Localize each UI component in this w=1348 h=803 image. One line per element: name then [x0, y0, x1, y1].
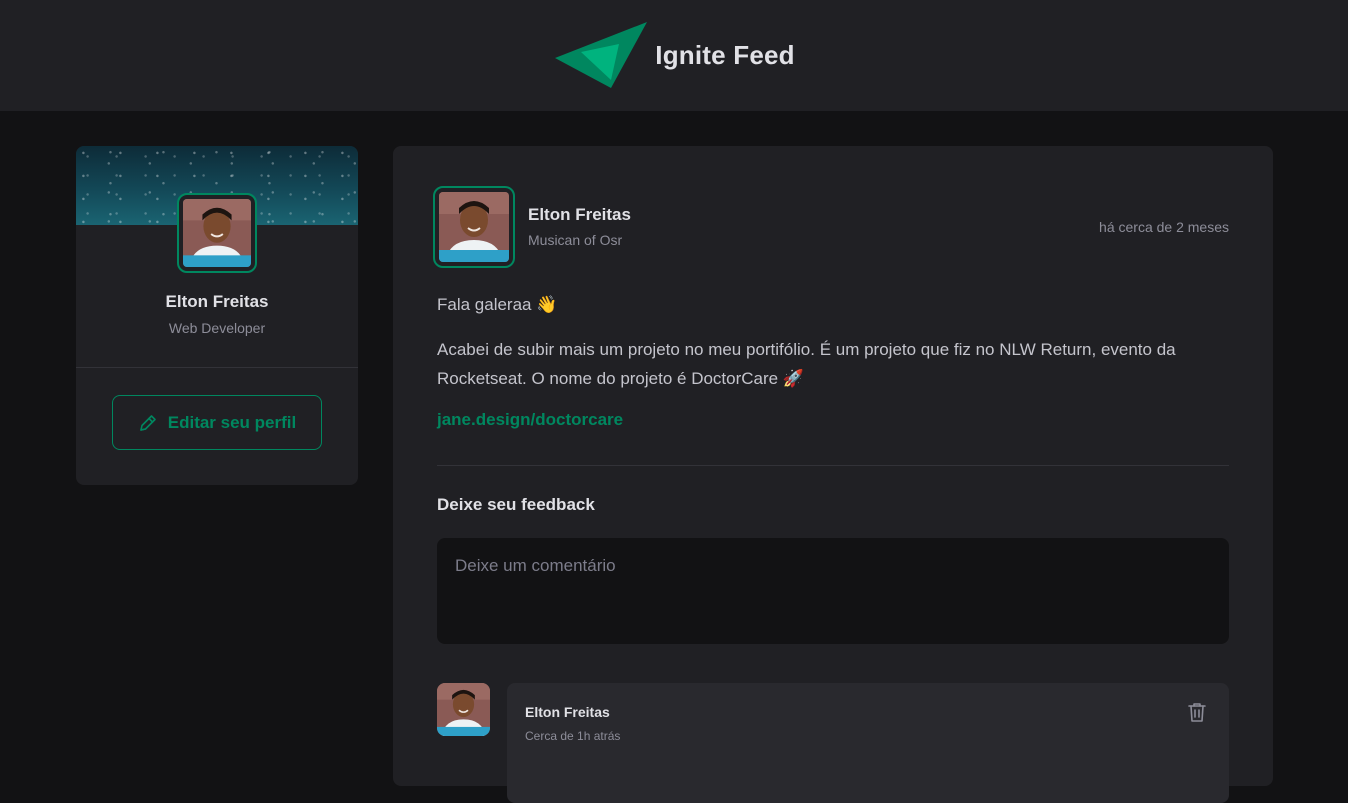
profile-sidebar: Elton Freitas Web Developer Editar seu p…: [76, 146, 358, 485]
post-link[interactable]: jane.design/doctorcare: [437, 410, 623, 430]
pencil-icon: [139, 414, 156, 431]
app-header: Ignite Feed: [0, 0, 1348, 111]
comment-box: Elton Freitas Cerca de 1h atrás: [507, 683, 1229, 803]
post-author-name: Elton Freitas: [528, 205, 631, 224]
edit-profile-button[interactable]: Editar seu perfil: [112, 395, 322, 450]
post-author-role: Musican of Osr: [528, 232, 623, 248]
comment-timestamp: Cerca de 1h atrás: [525, 729, 621, 743]
profile-avatar: [177, 193, 257, 273]
post-paragraph: Acabei de subir mais um projeto no meu p…: [437, 340, 1176, 388]
post-paragraph: Fala galeraa 👋: [437, 295, 558, 314]
profile-role: Web Developer: [168, 320, 266, 336]
comment-author-name: Elton Freitas: [525, 704, 610, 720]
post-author-avatar[interactable]: [433, 186, 515, 268]
post-card: Elton Freitas Musican of Osr há cerca de…: [393, 146, 1273, 803]
feedback-title: Deixe seu feedback: [437, 495, 595, 514]
avatar-image: [183, 199, 251, 267]
post-divider: [437, 465, 1229, 466]
avatar-image: [439, 192, 509, 262]
avatar-image: [437, 683, 490, 736]
edit-profile-label: Editar seu perfil: [167, 412, 297, 432]
comment-input[interactable]: [437, 538, 1229, 644]
sidebar-divider: [76, 367, 358, 368]
trash-icon[interactable]: [1185, 700, 1209, 724]
ignite-logo-icon: [555, 21, 648, 88]
comment-author-avatar[interactable]: [437, 683, 490, 736]
profile-name: Elton Freitas: [165, 292, 269, 311]
post-timestamp: há cerca de 2 meses: [1099, 219, 1229, 235]
brand: Ignite Feed: [553, 21, 795, 90]
app-title: Ignite Feed: [655, 40, 795, 70]
